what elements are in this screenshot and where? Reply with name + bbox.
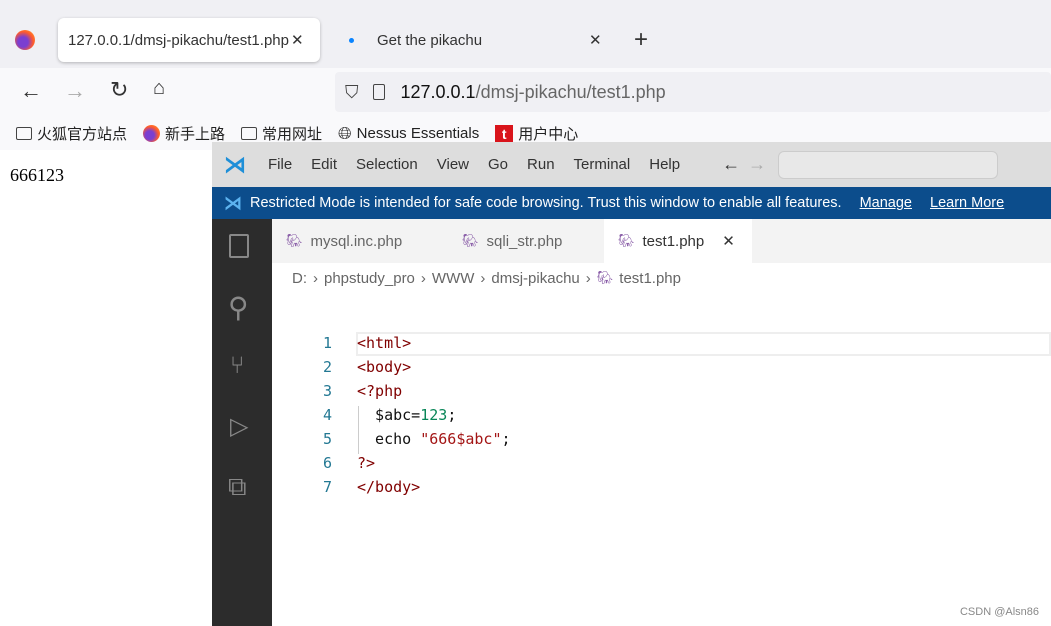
line-number: 6 bbox=[322, 454, 332, 472]
bookmark-item[interactable]: t 用户中心 bbox=[495, 123, 578, 144]
back-icon[interactable]: ← bbox=[20, 78, 42, 104]
tab-label: 127.0.0.1/dmsj-pikachu/test1.php bbox=[68, 31, 289, 49]
tab-pikachu[interactable]: Get the pikachu bbox=[377, 18, 482, 62]
menu-go[interactable]: Go bbox=[488, 156, 508, 173]
bookmark-label: 用户中心 bbox=[518, 126, 579, 143]
learn-more-link[interactable]: Learn More bbox=[930, 195, 1004, 211]
bookmark-item[interactable]: 火狐官方站点 bbox=[16, 123, 127, 144]
code-line: ?> bbox=[357, 454, 376, 472]
home-icon[interactable]: ⌂ bbox=[153, 77, 165, 100]
source-control-icon[interactable]: ⑂ bbox=[230, 352, 244, 380]
folder-icon bbox=[16, 127, 32, 140]
close-tab-icon[interactable]: ✕ bbox=[722, 232, 735, 250]
firefox-icon[interactable] bbox=[15, 30, 35, 50]
tab-sqli-str[interactable]: 🐘︎ sqli_str.php bbox=[448, 219, 604, 263]
tab-label: sqli_str.php bbox=[486, 232, 563, 250]
bookmark-label: Nessus Essentials bbox=[356, 125, 480, 142]
folder-icon bbox=[241, 127, 258, 140]
forward-icon[interactable]: → bbox=[64, 78, 86, 104]
code-line: $abc=123; bbox=[357, 406, 457, 424]
globe-icon: 🌐︎ bbox=[338, 123, 352, 143]
indent-guide bbox=[358, 406, 359, 454]
run-debug-icon[interactable]: ▷ bbox=[230, 412, 248, 441]
tab-mysql-inc[interactable]: 🐘︎ mysql.inc.php bbox=[272, 219, 448, 263]
vscode-window: ⋊ File Edit Selection View Go Run Termin… bbox=[212, 142, 1051, 626]
line-number: 5 bbox=[322, 430, 332, 448]
tab-test1[interactable]: 🐘︎ test1.php ✕ bbox=[604, 219, 752, 263]
breadcrumb-item[interactable]: dmsj-pikachu bbox=[491, 270, 579, 287]
menu-terminal[interactable]: Terminal bbox=[574, 156, 631, 173]
bookmark-item[interactable]: 🌐︎ Nessus Essentials bbox=[338, 124, 479, 144]
page-output: 666123 bbox=[10, 165, 64, 185]
close-tab-icon[interactable]: ✕ bbox=[589, 18, 602, 62]
firefox-icon bbox=[143, 125, 161, 142]
chevron-right-icon: › bbox=[480, 269, 486, 287]
bookmark-label: 火狐官方站点 bbox=[37, 126, 128, 143]
line-number: 1 bbox=[322, 334, 332, 352]
tab-test1[interactable]: 127.0.0.1/dmsj-pikachu/test1.php ✕ bbox=[58, 18, 320, 62]
activity-bar: ⚲ ⑂ ▷ ⧉ bbox=[212, 219, 272, 626]
breadcrumb-item[interactable]: D: bbox=[292, 270, 307, 287]
menu-run[interactable]: Run bbox=[527, 156, 555, 173]
php-icon: 🐘︎ bbox=[596, 270, 614, 285]
bookmark-item[interactable]: 新手上路 bbox=[143, 123, 225, 144]
menu-edit[interactable]: Edit bbox=[311, 156, 337, 173]
breadcrumb-item[interactable]: phpstudy_pro bbox=[324, 270, 415, 287]
command-center-search[interactable] bbox=[778, 150, 999, 179]
manage-link[interactable]: Manage bbox=[860, 195, 912, 211]
new-tab-icon[interactable]: + bbox=[634, 18, 648, 62]
url-bar[interactable]: ⛉ 127.0.0.1/dmsj-pikachu/test1.php bbox=[335, 72, 1051, 112]
bookmark-label: 常用网址 bbox=[262, 126, 323, 143]
php-icon: 🐘︎ bbox=[286, 233, 303, 248]
code-line: <html> bbox=[357, 334, 412, 352]
menu-help[interactable]: Help bbox=[649, 156, 680, 173]
banner-text: Restricted Mode is intended for safe cod… bbox=[250, 195, 842, 211]
page-icon bbox=[372, 84, 385, 100]
php-icon: 🐘︎ bbox=[618, 233, 635, 248]
vscode-titlebar: ⋊ File Edit Selection View Go Run Termin… bbox=[212, 142, 1051, 187]
code-line: <body> bbox=[357, 358, 412, 376]
line-number: 4 bbox=[322, 406, 332, 424]
breadcrumb: D: › phpstudy_pro › WWW › dmsj-pikachu › 🐘︎ t… bbox=[292, 263, 681, 293]
menu-file[interactable]: File bbox=[268, 156, 292, 173]
line-number: 3 bbox=[322, 382, 332, 400]
bookmark-item[interactable]: 常用网址 bbox=[241, 123, 322, 144]
url-host: 127.0.0.1 bbox=[400, 81, 476, 102]
extensions-icon[interactable]: ⧉ bbox=[228, 471, 247, 503]
php-icon: 🐘︎ bbox=[462, 233, 479, 248]
bookmark-label: 新手上路 bbox=[165, 126, 226, 143]
line-number: 2 bbox=[322, 358, 332, 376]
current-line-highlight bbox=[356, 332, 1051, 356]
menu-selection[interactable]: Selection bbox=[356, 156, 418, 173]
vscode-logo-icon: ⋊ bbox=[224, 192, 242, 213]
forward-icon[interactable]: → bbox=[748, 154, 766, 175]
code-line: </body> bbox=[357, 478, 421, 496]
tab-label: test1.php bbox=[642, 232, 705, 250]
explorer-icon[interactable] bbox=[229, 234, 249, 258]
editor-tabs: 🐘︎ mysql.inc.php 🐘︎ sqli_str.php 🐘︎ test1.p… bbox=[272, 219, 1051, 263]
reload-icon[interactable]: ↻ bbox=[110, 77, 128, 103]
search-icon[interactable]: ⚲ bbox=[228, 291, 249, 324]
red-t-icon: t bbox=[495, 124, 514, 143]
chevron-right-icon: › bbox=[420, 269, 426, 287]
shield-icon[interactable]: ⛉ bbox=[345, 82, 359, 103]
browser-tab-bar: 127.0.0.1/dmsj-pikachu/test1.php ✕ Get th… bbox=[0, 0, 1051, 68]
chevron-right-icon: › bbox=[585, 269, 591, 287]
watermark: CSDN @Alsn86 bbox=[959, 606, 1039, 618]
menu-view[interactable]: View bbox=[437, 156, 469, 173]
chevron-right-icon: › bbox=[313, 269, 318, 287]
breadcrumb-item[interactable]: WWW bbox=[432, 270, 474, 287]
restricted-mode-banner: ⋊ Restricted Mode is intended for safe c… bbox=[212, 187, 1051, 219]
tab-attention-dot-icon bbox=[349, 38, 354, 43]
back-icon[interactable]: ← bbox=[722, 154, 740, 175]
line-number: 7 bbox=[322, 478, 332, 496]
vscode-logo-icon: ⋊ bbox=[224, 151, 246, 177]
tab-label: mysql.inc.php bbox=[310, 232, 403, 250]
tab-label: Get the pikachu bbox=[377, 31, 483, 49]
close-tab-icon[interactable]: ✕ bbox=[291, 31, 304, 49]
breadcrumb-item[interactable]: test1.php bbox=[619, 270, 681, 287]
url-path: /dmsj-pikachu/test1.php bbox=[475, 81, 666, 102]
code-line: echo "666$abc"; bbox=[357, 430, 511, 448]
code-line: <?php bbox=[357, 382, 403, 400]
